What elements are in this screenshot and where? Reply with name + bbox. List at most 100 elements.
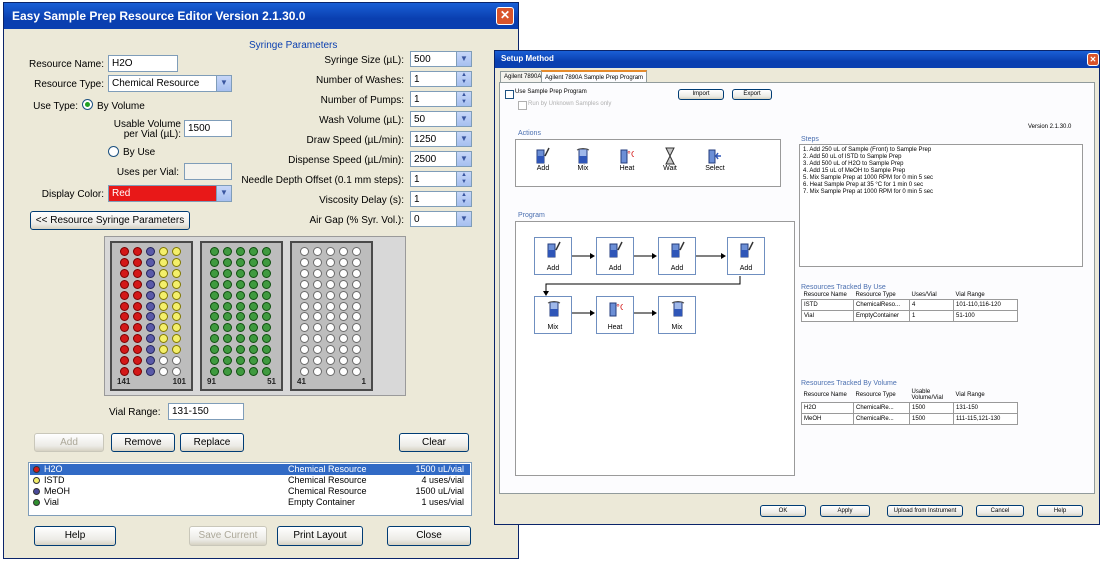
- table-row[interactable]: H2O ChemicalRe... 1500 131-150: [801, 402, 1018, 414]
- resource-list[interactable]: H2O Chemical Resource 1500 uL/vial ISTD Chem…: [28, 462, 472, 516]
- syringe-param-stepper[interactable]: 1 ▲ ▼: [410, 91, 472, 107]
- vial[interactable]: [300, 345, 309, 355]
- vial[interactable]: [300, 279, 309, 289]
- vial[interactable]: [159, 257, 168, 267]
- vial[interactable]: [133, 356, 142, 365]
- vial[interactable]: [210, 301, 219, 311]
- vial[interactable]: [249, 257, 258, 267]
- syringe-param-select[interactable]: 50 ▼: [410, 111, 472, 127]
- uses-per-vial-input[interactable]: [184, 163, 232, 180]
- vial[interactable]: [159, 247, 168, 256]
- vial[interactable]: [172, 268, 181, 278]
- vial[interactable]: [210, 279, 219, 289]
- vial[interactable]: [339, 290, 348, 300]
- syringe-param-select[interactable]: 0 ▼: [410, 211, 472, 227]
- vial[interactable]: [146, 268, 155, 278]
- vial[interactable]: [210, 290, 219, 300]
- vial[interactable]: [236, 356, 245, 365]
- vial[interactable]: [236, 366, 245, 376]
- vial[interactable]: [249, 279, 258, 289]
- vial[interactable]: [146, 366, 155, 376]
- vial[interactable]: [313, 279, 322, 289]
- vial[interactable]: [223, 312, 232, 322]
- vial[interactable]: [249, 290, 258, 300]
- vial[interactable]: [159, 290, 168, 300]
- vial[interactable]: [146, 257, 155, 267]
- vial[interactable]: [120, 334, 129, 344]
- vial[interactable]: [210, 366, 219, 376]
- vial[interactable]: [133, 312, 142, 322]
- vial[interactable]: [236, 247, 245, 256]
- vial[interactable]: [262, 345, 271, 355]
- vial[interactable]: [159, 345, 168, 355]
- print-layout-button[interactable]: Print Layout: [277, 526, 363, 546]
- vial[interactable]: [300, 301, 309, 311]
- vial[interactable]: [339, 356, 348, 365]
- vial[interactable]: [223, 268, 232, 278]
- vial[interactable]: [159, 301, 168, 311]
- vial[interactable]: [210, 268, 219, 278]
- program-step-tile[interactable]: °C Heat: [596, 296, 634, 334]
- vial[interactable]: [326, 312, 335, 322]
- vial[interactable]: [223, 334, 232, 344]
- program-step-tile[interactable]: Add: [727, 237, 765, 275]
- resource-type-select[interactable]: Chemical Resource ▼: [108, 75, 232, 92]
- syringe-param-select[interactable]: 2500 ▼: [410, 151, 472, 167]
- vial[interactable]: [236, 334, 245, 344]
- table-row[interactable]: MeOH ChemicalRe... 1500 111-115,121-130: [801, 413, 1018, 425]
- vial[interactable]: [120, 356, 129, 365]
- vial[interactable]: [120, 345, 129, 355]
- vial[interactable]: [236, 345, 245, 355]
- vial[interactable]: [223, 290, 232, 300]
- vial[interactable]: [133, 366, 142, 376]
- vial[interactable]: [249, 247, 258, 256]
- vial[interactable]: [339, 279, 348, 289]
- vial[interactable]: [339, 247, 348, 256]
- footer-button-ok[interactable]: OK: [760, 505, 806, 517]
- vial[interactable]: [120, 323, 129, 333]
- vial[interactable]: [352, 345, 361, 355]
- vial[interactable]: [262, 290, 271, 300]
- vial[interactable]: [236, 257, 245, 267]
- vial[interactable]: [146, 301, 155, 311]
- vial[interactable]: [133, 268, 142, 278]
- remove-button[interactable]: Remove: [111, 433, 175, 452]
- vial[interactable]: [300, 334, 309, 344]
- add-button[interactable]: Add: [34, 433, 104, 452]
- vial[interactable]: [352, 279, 361, 289]
- vial[interactable]: [313, 366, 322, 376]
- vial[interactable]: [172, 279, 181, 289]
- vial[interactable]: [159, 366, 168, 376]
- vial[interactable]: [313, 290, 322, 300]
- vial[interactable]: [352, 356, 361, 365]
- vial[interactable]: [352, 268, 361, 278]
- vial[interactable]: [352, 301, 361, 311]
- vial[interactable]: [159, 268, 168, 278]
- vial[interactable]: [236, 290, 245, 300]
- vial[interactable]: [146, 279, 155, 289]
- resource-list-item[interactable]: ISTD Chemical Resource 4 uses/vial: [30, 475, 470, 486]
- footer-button-apply[interactable]: Apply: [820, 505, 870, 517]
- vial[interactable]: [249, 366, 258, 376]
- vial[interactable]: [313, 247, 322, 256]
- vial[interactable]: [210, 257, 219, 267]
- vial[interactable]: [223, 247, 232, 256]
- vial[interactable]: [300, 257, 309, 267]
- vial[interactable]: [146, 323, 155, 333]
- vial[interactable]: [210, 247, 219, 256]
- vial[interactable]: [352, 290, 361, 300]
- vial[interactable]: [146, 345, 155, 355]
- vial[interactable]: [262, 334, 271, 344]
- vial[interactable]: [146, 334, 155, 344]
- vial[interactable]: [172, 334, 181, 344]
- vial[interactable]: [313, 345, 322, 355]
- program-step-tile[interactable]: Add: [658, 237, 696, 275]
- vial[interactable]: [339, 257, 348, 267]
- syringe-param-stepper[interactable]: 1 ▲ ▼: [410, 71, 472, 87]
- vial[interactable]: [326, 334, 335, 344]
- vial[interactable]: [249, 312, 258, 322]
- vial[interactable]: [210, 356, 219, 365]
- vial[interactable]: [236, 268, 245, 278]
- vial[interactable]: [262, 356, 271, 365]
- vial[interactable]: [172, 366, 181, 376]
